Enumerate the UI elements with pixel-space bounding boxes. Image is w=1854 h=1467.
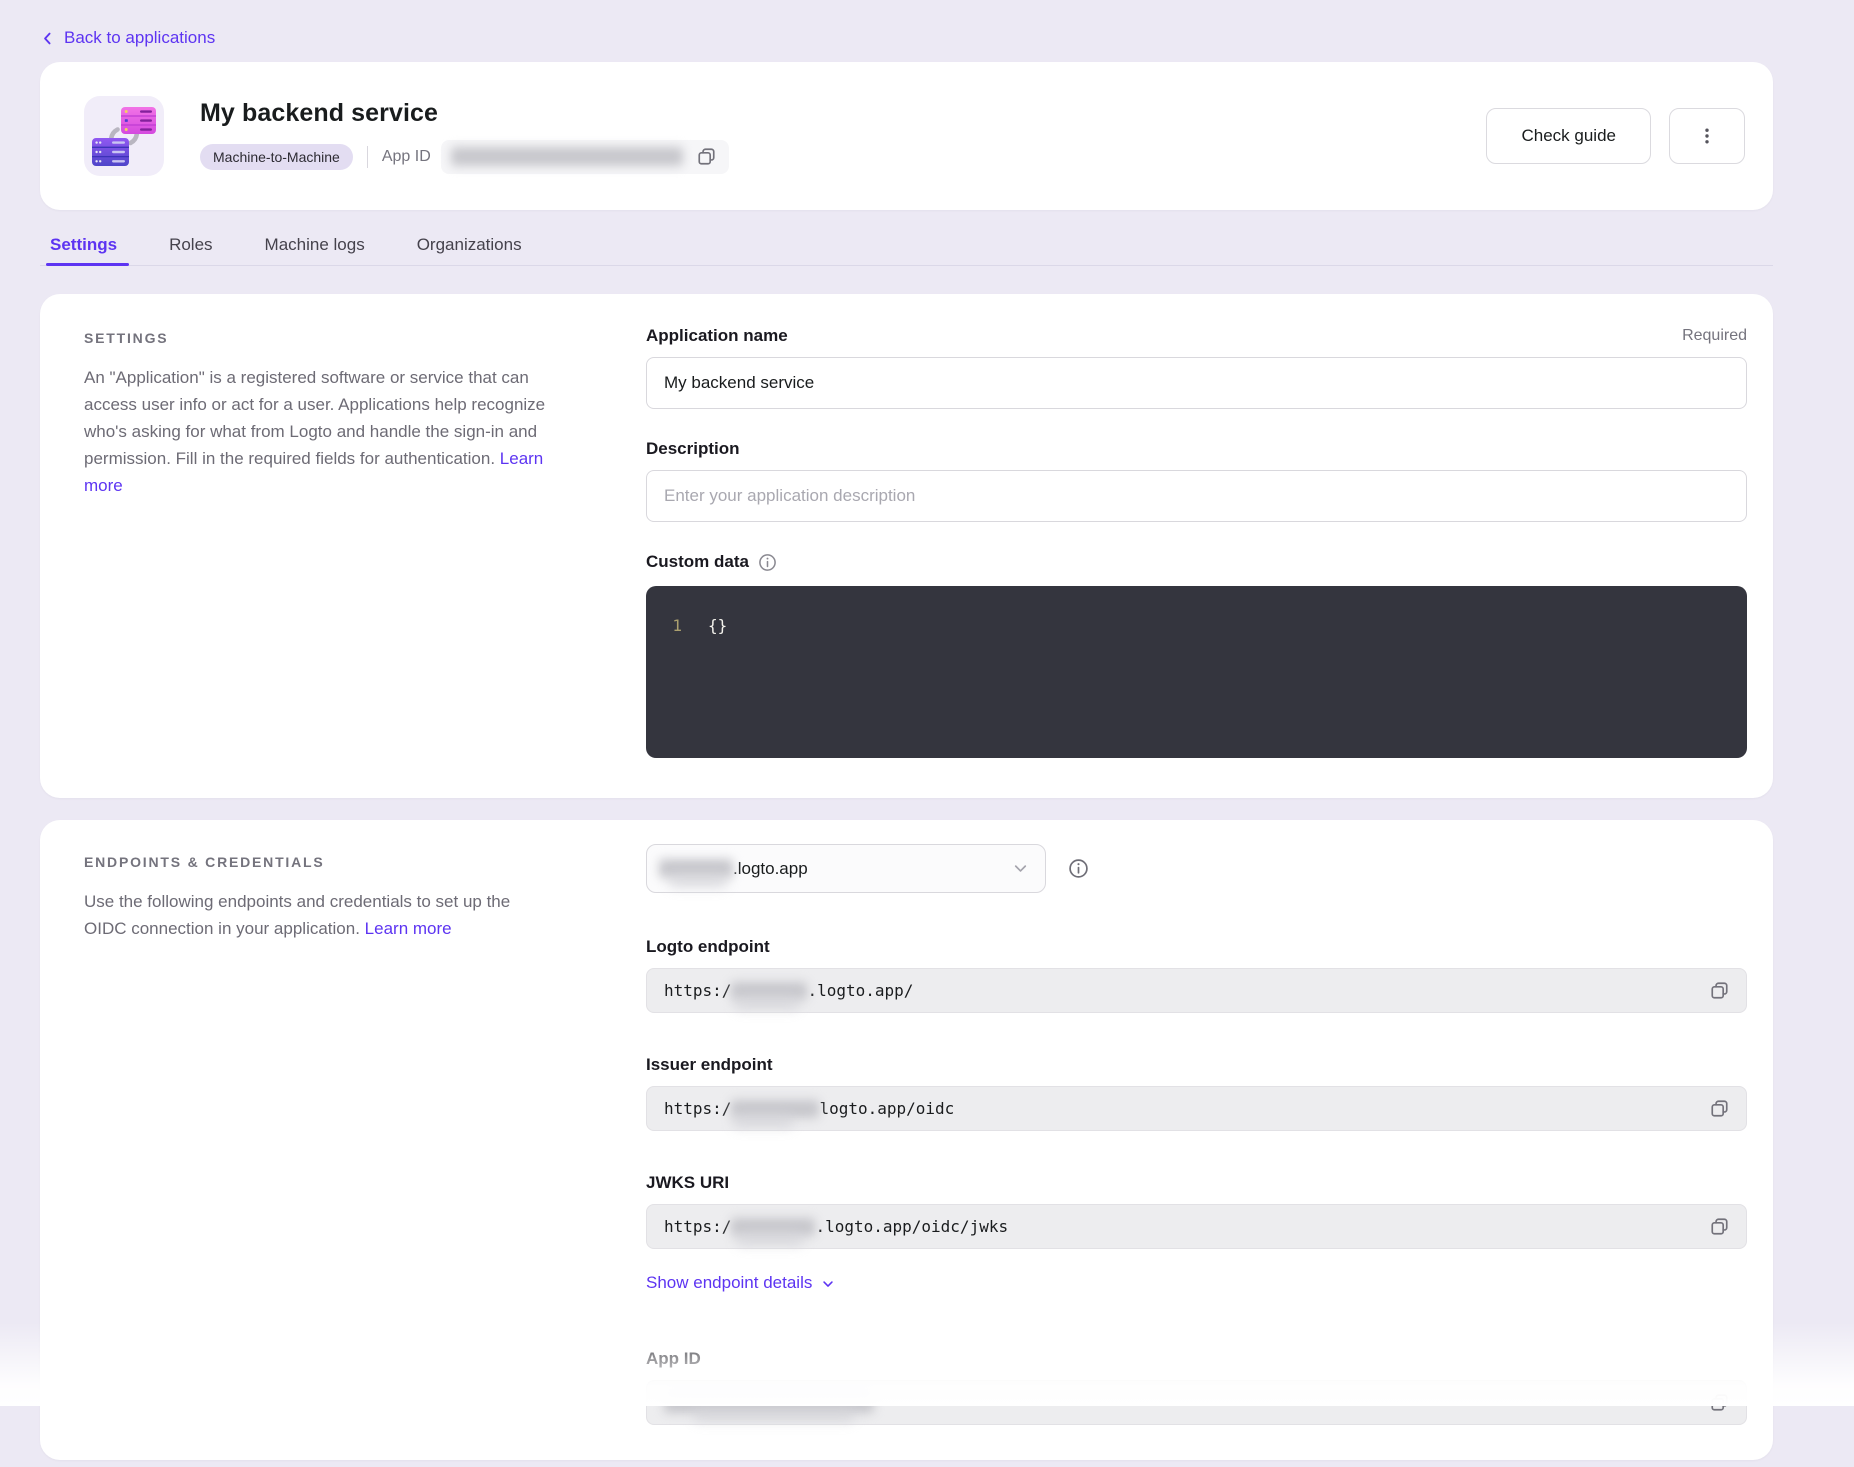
app-id-group: App ID <box>646 1349 1747 1425</box>
custom-data-label: Custom data <box>646 552 749 572</box>
info-icon[interactable] <box>758 553 777 572</box>
url-suffix: logto.app/oidc <box>819 1099 954 1118</box>
redacted-value <box>664 1393 874 1413</box>
settings-section-description: An "Application" is a registered softwar… <box>84 364 554 499</box>
redacted-value <box>731 1217 815 1237</box>
url-suffix: .logto.app/ <box>807 981 913 1000</box>
application-logo-icon <box>84 96 164 176</box>
app-id-value-chip <box>441 140 729 174</box>
endpoints-section-heading: ENDPOINTS & CREDENTIALS <box>84 854 554 870</box>
redacted-app-id-value <box>451 147 683 166</box>
required-tag: Required <box>1682 327 1747 345</box>
domain-suffix: .logto.app <box>733 859 808 879</box>
show-endpoint-details-toggle[interactable]: Show endpoint details <box>646 1273 835 1293</box>
tab-machine-logs[interactable]: Machine logs <box>263 235 367 265</box>
endpoints-form: .logto.app Logto endpoint https:/ .logto.… <box>646 844 1747 1467</box>
header-actions: Check guide <box>1486 108 1745 164</box>
copy-icon[interactable] <box>1707 979 1731 1003</box>
endpoints-section-card: ENDPOINTS & CREDENTIALS Use the followin… <box>40 820 1773 1460</box>
domain-row: .logto.app <box>646 844 1747 893</box>
app-id-field-label: App ID <box>646 1349 701 1369</box>
page-title: My backend service <box>200 99 1486 128</box>
code-line: 1 {} <box>668 616 1723 635</box>
url-prefix: https:/ <box>664 1099 731 1118</box>
app-id-field <box>646 1380 1747 1425</box>
copy-icon[interactable] <box>1707 1215 1731 1239</box>
chevron-down-icon <box>1012 860 1029 877</box>
kebab-menu-icon <box>1697 126 1717 146</box>
copy-icon[interactable] <box>1707 1097 1731 1121</box>
redacted-tenant-id <box>659 859 733 878</box>
chevron-left-icon <box>40 31 55 46</box>
application-header-info: My backend service Machine-to-Machine Ap… <box>200 99 1486 174</box>
check-guide-button[interactable]: Check guide <box>1486 108 1651 164</box>
settings-section-card: SETTINGS An "Application" is a registere… <box>40 294 1773 798</box>
line-number: 1 <box>668 616 682 635</box>
url-suffix: .logto.app/oidc/jwks <box>815 1217 1008 1236</box>
application-tabs: Settings Roles Machine logs Organization… <box>40 235 1773 266</box>
application-name-input[interactable] <box>646 357 1747 409</box>
settings-description-text: An "Application" is a registered softwar… <box>84 368 545 468</box>
back-to-applications-link[interactable]: Back to applications <box>40 28 215 48</box>
settings-form: Application name Required Description Cu… <box>646 326 1747 758</box>
custom-data-code-editor[interactable]: 1 {} <box>646 586 1747 758</box>
custom-data-group: Custom data 1 {} <box>646 552 1747 758</box>
description-input[interactable] <box>646 470 1747 522</box>
more-actions-button[interactable] <box>1669 108 1745 164</box>
app-id-label: App ID <box>382 148 431 166</box>
application-details-page: Back to applications <box>0 0 1854 1406</box>
endpoints-section-description: Use the following endpoints and credenti… <box>84 888 554 942</box>
endpoints-learn-more-link[interactable]: Learn more <box>365 919 452 938</box>
tab-organizations[interactable]: Organizations <box>415 235 524 265</box>
domain-select[interactable]: .logto.app <box>646 844 1046 893</box>
endpoints-section-intro: ENDPOINTS & CREDENTIALS Use the followin… <box>84 844 554 1467</box>
show-endpoint-details-label: Show endpoint details <box>646 1273 812 1293</box>
copy-icon[interactable] <box>695 145 719 169</box>
jwks-uri-field: https:/ .logto.app/oidc/jwks <box>646 1204 1747 1249</box>
application-meta-row: Machine-to-Machine App ID <box>200 140 1486 174</box>
info-icon[interactable] <box>1068 858 1089 879</box>
issuer-endpoint-field: https:/ logto.app/oidc <box>646 1086 1747 1131</box>
tab-roles[interactable]: Roles <box>167 235 214 265</box>
description-label: Description <box>646 439 740 459</box>
issuer-endpoint-group: Issuer endpoint https:/ logto.app/oidc <box>646 1055 1747 1131</box>
description-group: Description <box>646 439 1747 522</box>
chevron-down-icon <box>821 1277 835 1291</box>
redacted-value <box>731 981 807 1001</box>
application-header-card: My backend service Machine-to-Machine Ap… <box>40 62 1773 210</box>
application-type-badge: Machine-to-Machine <box>200 144 353 170</box>
jwks-uri-label: JWKS URI <box>646 1173 729 1193</box>
application-name-group: Application name Required <box>646 326 1747 409</box>
jwks-uri-group: JWKS URI https:/ .logto.app/oidc/jwks <box>646 1173 1747 1249</box>
code-content: {} <box>708 616 727 635</box>
logto-endpoint-group: Logto endpoint https:/ .logto.app/ <box>646 937 1747 1013</box>
meta-divider <box>367 146 368 168</box>
logto-endpoint-label: Logto endpoint <box>646 937 770 957</box>
issuer-endpoint-label: Issuer endpoint <box>646 1055 773 1075</box>
application-name-label: Application name <box>646 326 788 346</box>
back-link-label: Back to applications <box>64 28 215 48</box>
url-prefix: https:/ <box>664 1217 731 1236</box>
logto-endpoint-field: https:/ .logto.app/ <box>646 968 1747 1013</box>
tab-settings[interactable]: Settings <box>48 235 119 265</box>
copy-icon[interactable] <box>1707 1391 1731 1415</box>
url-prefix: https:/ <box>664 981 731 1000</box>
settings-section-heading: SETTINGS <box>84 330 554 346</box>
settings-section-intro: SETTINGS An "Application" is a registere… <box>84 326 554 758</box>
redacted-value <box>731 1099 819 1119</box>
